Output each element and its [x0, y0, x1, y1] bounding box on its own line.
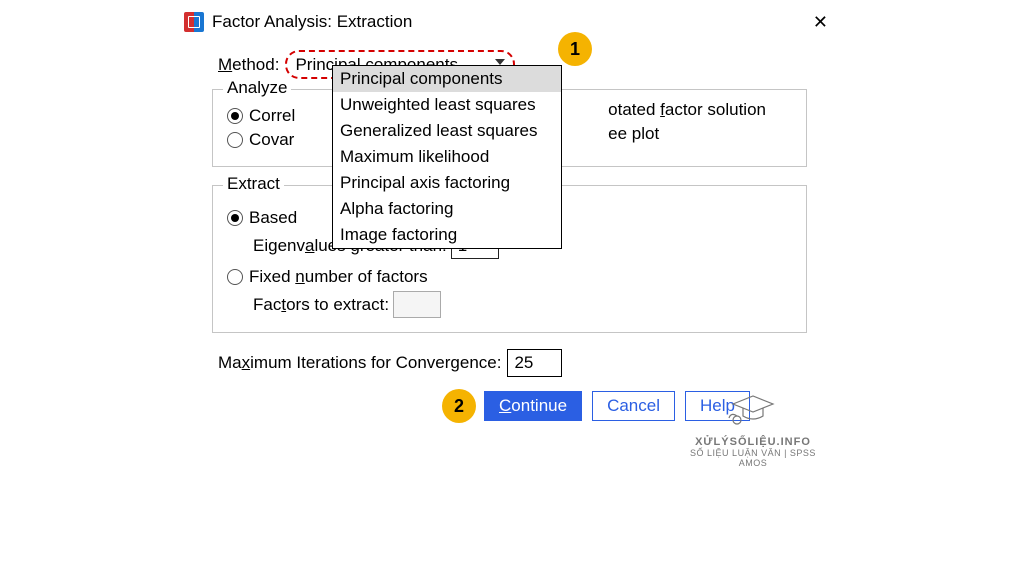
eigenvalue-radio-label: Based: [249, 208, 297, 228]
method-option[interactable]: Principal components: [333, 66, 561, 92]
titlebar: Factor Analysis: Extraction ✕: [180, 8, 840, 36]
fixed-number-label: Fixed number of factors: [249, 267, 428, 287]
watermark-logo: XỬLÝSỐLIỆU.INFO SỐ LIỆU LUẬN VĂN | SPSS …: [678, 386, 828, 468]
correlation-label: Correl: [249, 106, 295, 126]
dialog-title: Factor Analysis: Extraction: [212, 12, 805, 32]
close-icon[interactable]: ✕: [805, 11, 836, 33]
unrotated-label: otated factor solution: [608, 100, 766, 120]
method-dropdown[interactable]: Principal components Unweighted least sq…: [332, 65, 562, 249]
method-label: Method:: [218, 55, 279, 75]
watermark-tagline: SỐ LIỆU LUẬN VĂN | SPSS AMOS: [690, 448, 816, 468]
extraction-dialog: Factor Analysis: Extraction ✕ Method: Pr…: [180, 8, 840, 431]
factors-field-row: Factors to extract:: [253, 291, 792, 318]
method-option[interactable]: Generalized least squares: [333, 118, 561, 144]
analyze-group-title: Analyze: [223, 78, 291, 98]
continue-button[interactable]: Continue: [484, 391, 582, 421]
extract-group-title: Extract: [223, 174, 284, 194]
annotation-badge-1: 1: [558, 32, 592, 66]
max-iterations-row: Maximum Iterations for Convergence:: [218, 349, 836, 377]
method-option[interactable]: Principal axis factoring: [333, 170, 561, 196]
max-iterations-input[interactable]: [507, 349, 562, 377]
radio-selected-icon: [227, 210, 243, 226]
continue-label: C: [499, 396, 511, 415]
graduation-icon: [723, 386, 783, 432]
method-option[interactable]: Image factoring: [333, 222, 561, 248]
factors-input[interactable]: [393, 291, 441, 318]
covariance-label: Covar: [249, 130, 294, 150]
annotation-badge-2: 2: [442, 389, 476, 423]
app-icon: [184, 12, 204, 32]
display-column: otated factor solution ee plot: [608, 98, 766, 148]
cancel-button[interactable]: Cancel: [592, 391, 675, 421]
method-option[interactable]: Unweighted least squares: [333, 92, 561, 118]
fixed-number-radio[interactable]: Fixed number of factors: [227, 267, 792, 287]
scree-label: ee plot: [608, 124, 659, 144]
factors-field-label: Factors to extract:: [253, 295, 389, 315]
radio-selected-icon: [227, 108, 243, 124]
method-option[interactable]: Alpha factoring: [333, 196, 561, 222]
method-option[interactable]: Maximum likelihood: [333, 144, 561, 170]
radio-icon: [227, 269, 243, 285]
watermark-brand: XỬLÝSỐLIỆU.INFO: [678, 436, 828, 448]
radio-icon: [227, 132, 243, 148]
dialog-body: Method: Principal components 1 Analyze C…: [180, 36, 840, 431]
max-iterations-label: Maximum Iterations for Convergence:: [218, 353, 501, 373]
